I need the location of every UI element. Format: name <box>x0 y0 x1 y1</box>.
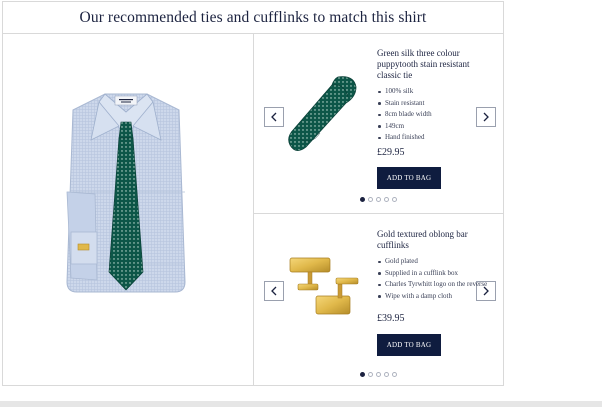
feature-item: Wipe with a damp cloth <box>378 291 505 303</box>
shirt-image-area <box>3 34 253 386</box>
carousel-dot-5[interactable] <box>392 372 397 377</box>
carousel-dots <box>360 372 397 377</box>
feature-item: 100% silk <box>378 86 505 98</box>
product-features-list: Gold plated Supplied in a cufflink box C… <box>377 256 505 302</box>
chevron-left-icon <box>271 112 277 122</box>
carousel-dot-3[interactable] <box>376 372 381 377</box>
page-bottom-strip <box>0 401 602 407</box>
carousel-dot-2[interactable] <box>368 372 373 377</box>
carousel-dot-1[interactable] <box>360 372 365 377</box>
product-price: £39.95 <box>377 313 405 324</box>
chevron-left-icon <box>271 286 277 296</box>
carousel-dot-4[interactable] <box>384 197 389 202</box>
carousel-dot-4[interactable] <box>384 372 389 377</box>
tie-product-image <box>288 76 357 151</box>
recommendations-panel: Our recommended ties and cufflinks to ma… <box>2 1 504 386</box>
feature-item: Stain resistant <box>378 98 505 110</box>
product-title[interactable]: Gold textured oblong bar cufflinks <box>377 229 489 251</box>
product-price: £29.95 <box>377 147 405 158</box>
carousel-prev-button[interactable] <box>264 107 284 127</box>
cufflinks-product-image <box>289 257 359 315</box>
add-to-bag-button[interactable]: ADD TO BAG <box>377 167 441 189</box>
carousel-dot-3[interactable] <box>376 197 381 202</box>
feature-item: Charles Tyrwhitt logo on the reverse <box>378 279 505 291</box>
feature-item: Gold plated <box>378 256 505 268</box>
product-features-list: 100% silk Stain resistant 8cm blade widt… <box>377 86 505 144</box>
feature-item: 8cm blade width <box>378 109 505 121</box>
carousel-dot-1[interactable] <box>360 197 365 202</box>
carousel-dot-5[interactable] <box>392 197 397 202</box>
feature-item: Hand finished <box>378 132 505 144</box>
add-to-bag-button[interactable]: ADD TO BAG <box>377 334 441 356</box>
product-card-tie: Green silk three colour puppytooth stain… <box>254 35 504 213</box>
feature-item: 149cm <box>378 121 505 133</box>
product-card-cufflinks: Gold textured oblong bar cufflinks Gold … <box>254 214 504 386</box>
product-title[interactable]: Green silk three colour puppytooth stain… <box>377 48 489 81</box>
section-title: Our recommended ties and cufflinks to ma… <box>3 2 503 34</box>
carousel-dot-2[interactable] <box>368 197 373 202</box>
shirt-with-tie-image <box>66 93 186 293</box>
carousel-prev-button[interactable] <box>264 281 284 301</box>
feature-item: Supplied in a cufflink box <box>378 268 505 280</box>
carousel-dots <box>360 197 397 202</box>
